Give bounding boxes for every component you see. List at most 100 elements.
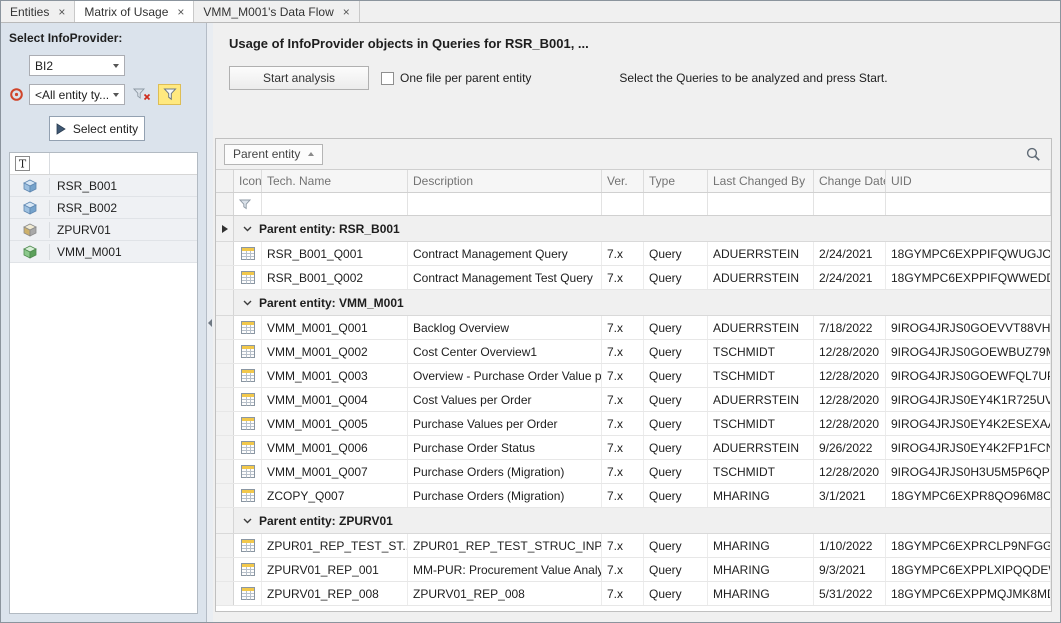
chevron-down-icon	[113, 64, 119, 68]
filter-cell-uid[interactable]	[886, 193, 1051, 215]
table-row[interactable]: VMM_M001_Q005Purchase Values per Order7.…	[216, 412, 1051, 436]
entity-list-header-name-cell	[50, 153, 197, 174]
entity-row-rsr-b002[interactable]: RSR_B002	[10, 197, 197, 219]
entity-type-select[interactable]: <All entity ty...	[29, 84, 125, 105]
group-row-parent-entity-zpurv01[interactable]: Parent entity: ZPURV01	[216, 508, 1051, 534]
table-row[interactable]: ZPUR01_REP_TEST_ST...ZPUR01_REP_TEST_STR…	[216, 534, 1051, 558]
filter-cell-change-date[interactable]	[814, 193, 886, 215]
column-header-type[interactable]: Type	[644, 170, 708, 192]
filter-cell-icon[interactable]	[234, 193, 262, 215]
cell-uid: 18GYMPC6EXPPLXIPQQDEWTI...	[886, 558, 1051, 581]
tab-close-icon[interactable]: ×	[177, 6, 184, 18]
start-analysis-button[interactable]: Start analysis	[229, 66, 369, 90]
column-header-uid[interactable]: UID	[886, 170, 1051, 192]
table-row[interactable]: VMM_M001_Q001Backlog Overview7.xQueryADU…	[216, 316, 1051, 340]
cell-uid: 9IROG4JRJS0GOEWFQL7UPZ...	[886, 364, 1051, 387]
query-icon	[241, 369, 255, 382]
cell-last-changed-by: TSCHMIDT	[708, 412, 814, 435]
column-header-tech-name[interactable]: Tech. Name	[262, 170, 408, 192]
group-row-parent-entity-vmm-m001[interactable]: Parent entity: VMM_M001	[216, 290, 1051, 316]
tab-close-icon[interactable]: ×	[58, 6, 65, 18]
cell-type: Query	[644, 534, 708, 557]
text-column-icon: T	[15, 156, 30, 171]
one-file-checkbox[interactable]	[381, 72, 394, 85]
cell-change-date: 9/3/2021	[814, 558, 886, 581]
group-by-panel: Parent entity	[216, 139, 1051, 170]
query-icon	[241, 489, 255, 502]
cell-ver: 7.x	[602, 266, 644, 289]
filter-clear-icon	[133, 88, 151, 101]
row-indicator-cell	[216, 508, 234, 533]
column-header-last-changed-by[interactable]: Last Changed By	[708, 170, 814, 192]
query-icon	[241, 321, 255, 334]
row-indicator-cell	[216, 412, 234, 435]
cell-uid: 9IROG4JRJS0H3U5M5P6QPU...	[886, 460, 1051, 483]
group-by-chip[interactable]: Parent entity	[224, 144, 323, 165]
cell-description: Cost Center Overview1	[408, 340, 602, 363]
entity-row-vmm-m001[interactable]: VMM_M001	[10, 241, 197, 263]
collapse-chevron-icon[interactable]	[243, 300, 252, 306]
main-panel: Usage of InfoProvider objects in Queries…	[213, 23, 1060, 622]
table-row[interactable]: VMM_M001_Q006Purchase Order Status7.xQue…	[216, 436, 1051, 460]
table-row[interactable]: RSR_B001_Q002Contract Management Test Qu…	[216, 266, 1051, 290]
target-icon	[9, 87, 24, 102]
row-indicator-cell	[216, 436, 234, 459]
entity-list-header-icon-cell: T	[10, 153, 50, 174]
entity-row-rsr-b001[interactable]: RSR_B001	[10, 175, 197, 197]
table-row[interactable]: ZCOPY_Q007Purchase Orders (Migration)7.x…	[216, 484, 1051, 508]
cell-change-date: 12/28/2020	[814, 364, 886, 387]
edit-filter-button[interactable]	[158, 84, 181, 105]
table-row[interactable]: VMM_M001_Q007Purchase Orders (Migration)…	[216, 460, 1051, 484]
filter-cell-last-changed-by[interactable]	[708, 193, 814, 215]
cell-type: Query	[644, 582, 708, 605]
tab-entities[interactable]: Entities×	[1, 1, 75, 22]
svg-text:T: T	[19, 158, 27, 171]
collapse-chevron-icon[interactable]	[243, 226, 252, 232]
column-header-ver[interactable]: Ver.	[602, 170, 644, 192]
row-indicator-cell	[216, 242, 234, 265]
filter-cell-description[interactable]	[408, 193, 602, 215]
column-header-change-date[interactable]: Change Date	[814, 170, 886, 192]
entity-row-zpurv01[interactable]: ZPURV01	[10, 219, 197, 241]
select-entity-button[interactable]: Select entity	[49, 116, 145, 141]
tab-vmm-m001-s-data-flow[interactable]: VMM_M001's Data Flow ×	[194, 1, 359, 22]
column-header-icon[interactable]: Icon	[234, 170, 262, 192]
group-label: Parent entity: ZPURV01	[259, 514, 393, 528]
cell-uid: 9IROG4JRJS0EY4K2FP1FCN94C	[886, 436, 1051, 459]
clear-filter-button[interactable]	[130, 84, 153, 105]
cell-description: Overview - Purchase Order Value per ...	[408, 364, 602, 387]
search-icon[interactable]	[1026, 147, 1041, 162]
table-row[interactable]: VMM_M001_Q002Cost Center Overview17.xQue…	[216, 340, 1051, 364]
cell-tech-name: VMM_M001_Q004	[262, 388, 408, 411]
filter-cell-ver[interactable]	[602, 193, 644, 215]
entity-name: VMM_M001	[50, 245, 197, 259]
cell-type: Query	[644, 388, 708, 411]
group-row-parent-entity-rsr-b001[interactable]: Parent entity: RSR_B001	[216, 216, 1051, 242]
column-header-description[interactable]: Description	[408, 170, 602, 192]
query-icon	[241, 271, 255, 284]
entity-list-header[interactable]: T	[10, 153, 197, 175]
infoprovider-system-select[interactable]: BI2	[29, 55, 125, 76]
cell-tech-name: VMM_M001_Q002	[262, 340, 408, 363]
page-title: Usage of InfoProvider objects in Queries…	[213, 23, 1060, 51]
table-row[interactable]: VMM_M001_Q003Overview - Purchase Order V…	[216, 364, 1051, 388]
collapse-chevron-icon[interactable]	[243, 518, 252, 524]
cell-description: Cost Values per Order	[408, 388, 602, 411]
table-row[interactable]: ZPURV01_REP_008ZPURV01_REP_0087.xQueryMH…	[216, 582, 1051, 606]
table-row[interactable]: ZPURV01_REP_001MM-PUR: Procurement Value…	[216, 558, 1051, 582]
tab-label: VMM_M001's Data Flow	[203, 5, 333, 19]
filter-cell-tech-name[interactable]	[262, 193, 408, 215]
table-row[interactable]: RSR_B001_Q001Contract Management Query7.…	[216, 242, 1051, 266]
cell-ver: 7.x	[602, 484, 644, 507]
entity-icon-cell	[10, 200, 50, 216]
query-icon	[241, 465, 255, 478]
tab-close-icon[interactable]: ×	[343, 6, 350, 18]
cell-type: Query	[644, 558, 708, 581]
one-file-checkbox-label[interactable]: One file per parent entity	[400, 71, 531, 85]
tab-matrix-of-usage[interactable]: Matrix of Usage×	[75, 1, 194, 22]
filter-cell-type[interactable]	[644, 193, 708, 215]
cell-description: Purchase Values per Order	[408, 412, 602, 435]
cell-ver: 7.x	[602, 412, 644, 435]
cell-ver: 7.x	[602, 242, 644, 265]
table-row[interactable]: VMM_M001_Q004Cost Values per Order7.xQue…	[216, 388, 1051, 412]
